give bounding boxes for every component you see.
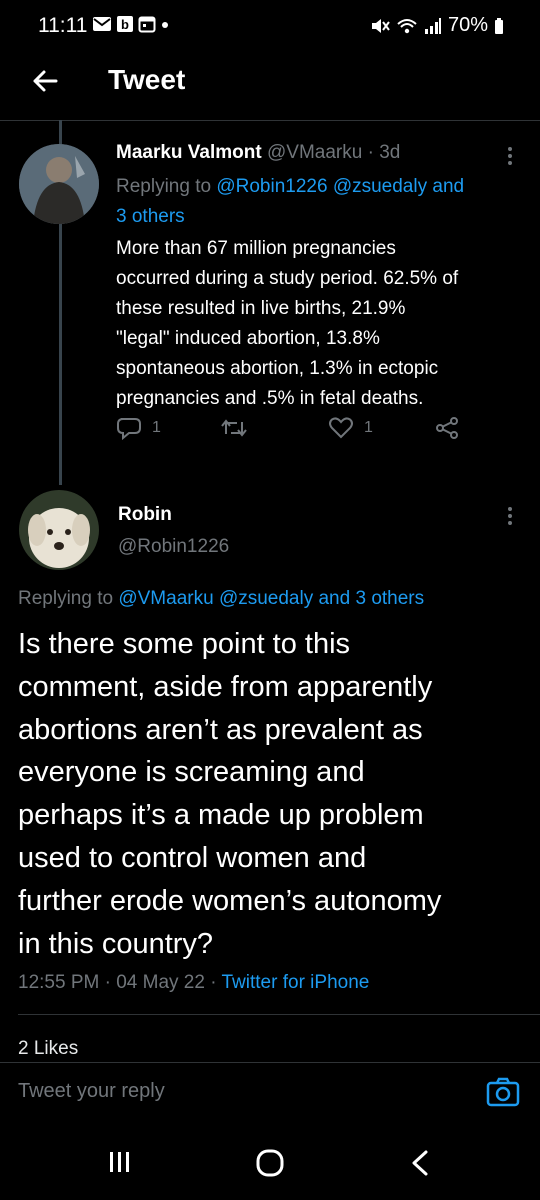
reply-count: 1 [152, 419, 161, 436]
system-icons: 70% [370, 14, 504, 37]
parent-tweet-header: Maarku Valmont @VMaarku · 3d [116, 142, 400, 164]
text-line: pregnancies and .5% in fetal deaths. [116, 388, 424, 409]
b-app-icon: b [117, 16, 133, 32]
replying-to: Replying to @Robin1226 @zsuedaly and 3 o… [116, 172, 464, 232]
tweet-age: 3d [379, 142, 401, 163]
retweet-button[interactable] [220, 416, 248, 440]
share-button[interactable] [434, 416, 460, 440]
replying-prefix: Replying to [18, 588, 114, 609]
notification-icons: b [92, 15, 170, 33]
replying-mentions[interactable]: @VMaarku @zsuedaly and 3 others [118, 588, 424, 609]
text-line: More than 67 million pregnancies [116, 238, 396, 259]
text-line: occurred during a study period. 62.5% of [116, 268, 459, 289]
top-app-bar: Tweet [0, 50, 540, 121]
battery-percent: 70% [447, 14, 488, 36]
replying-to: Replying to @VMaarku @zsuedaly and 3 oth… [18, 588, 424, 610]
text-line: these resulted in live births, 21.9% [116, 298, 406, 319]
recent-apps-icon[interactable] [108, 1150, 132, 1174]
replying-mentions-more[interactable]: 3 others [116, 202, 464, 232]
separator-dot: · [367, 142, 374, 163]
tweet-source-link[interactable]: Twitter for iPhone [222, 972, 370, 993]
likes-count-row[interactable]: 2 Likes [18, 1032, 418, 1054]
author-name[interactable]: Robin [118, 504, 172, 526]
page-title: Tweet [108, 64, 186, 95]
text-line: Is there some point to this [18, 628, 351, 660]
svg-text:b: b [121, 17, 129, 32]
replying-mentions[interactable]: @Robin1226 @zsuedaly and [216, 176, 464, 197]
tweet-text: Is there some point to this comment, asi… [18, 623, 528, 965]
like-button[interactable]: 1 [328, 416, 373, 440]
author-name[interactable]: Maarku Valmont [116, 142, 262, 163]
author-handle[interactable]: @VMaarku [267, 142, 362, 163]
tweet-date: 04 May 22 [116, 972, 205, 993]
heart-icon [329, 417, 353, 439]
avatar[interactable] [19, 144, 99, 224]
calendar-icon [138, 16, 156, 33]
separator-dot: · [210, 972, 217, 993]
text-line: spontaneous abortion, 1.3% in ectopic [116, 358, 439, 379]
share-icon [436, 417, 458, 439]
reply-input[interactable]: Tweet your reply [18, 1080, 165, 1103]
text-line: perhaps it’s a made up problem [18, 799, 424, 832]
reply-button[interactable]: 1 [116, 416, 161, 440]
dot-icon [162, 22, 168, 28]
system-navigation-bar [0, 1122, 540, 1200]
divider [18, 1014, 540, 1015]
mail-icon [93, 17, 111, 31]
retweet-icon [221, 419, 247, 437]
separator-dot: · [104, 972, 111, 993]
likes-count: 2 Likes [18, 1038, 79, 1054]
reply-composer[interactable]: Tweet your reply [0, 1062, 540, 1123]
reply-icon [117, 418, 141, 440]
status-bar: 11:11 b 70% [0, 0, 540, 50]
back-icon[interactable] [408, 1149, 432, 1177]
avatar[interactable] [19, 490, 99, 570]
status-time: 11:11 [38, 14, 88, 37]
replying-prefix: Replying to [116, 176, 212, 197]
more-options-icon[interactable] [508, 144, 514, 168]
text-line: comment, aside from apparently [18, 670, 433, 703]
author-handle[interactable]: @Robin1226 [118, 536, 229, 558]
tweet-metadata: 12:55 PM · 04 May 22 · Twitter for iPhon… [18, 972, 369, 994]
wifi-icon [397, 18, 417, 33]
mute-icon [371, 18, 390, 33]
tweet-time: 12:55 PM [18, 972, 100, 993]
text-line: everyone is screaming and [18, 756, 365, 789]
text-line: used to control women and [18, 841, 367, 874]
home-icon[interactable] [256, 1149, 284, 1177]
battery-icon [495, 17, 503, 34]
text-line: abortions aren’t as prevalent as [18, 713, 423, 746]
signal-icon [424, 17, 441, 34]
text-line: "legal" induced abortion, 13.8% [116, 328, 380, 349]
like-count: 1 [364, 419, 373, 436]
text-line: further erode women’s autonomy [18, 884, 442, 917]
camera-icon[interactable] [486, 1077, 520, 1107]
more-options-icon[interactable] [508, 504, 514, 528]
text-line: in this country? [18, 927, 214, 960]
tweet-text: More than 67 million pregnancies occurre… [116, 234, 532, 414]
back-arrow-icon[interactable] [30, 66, 60, 96]
